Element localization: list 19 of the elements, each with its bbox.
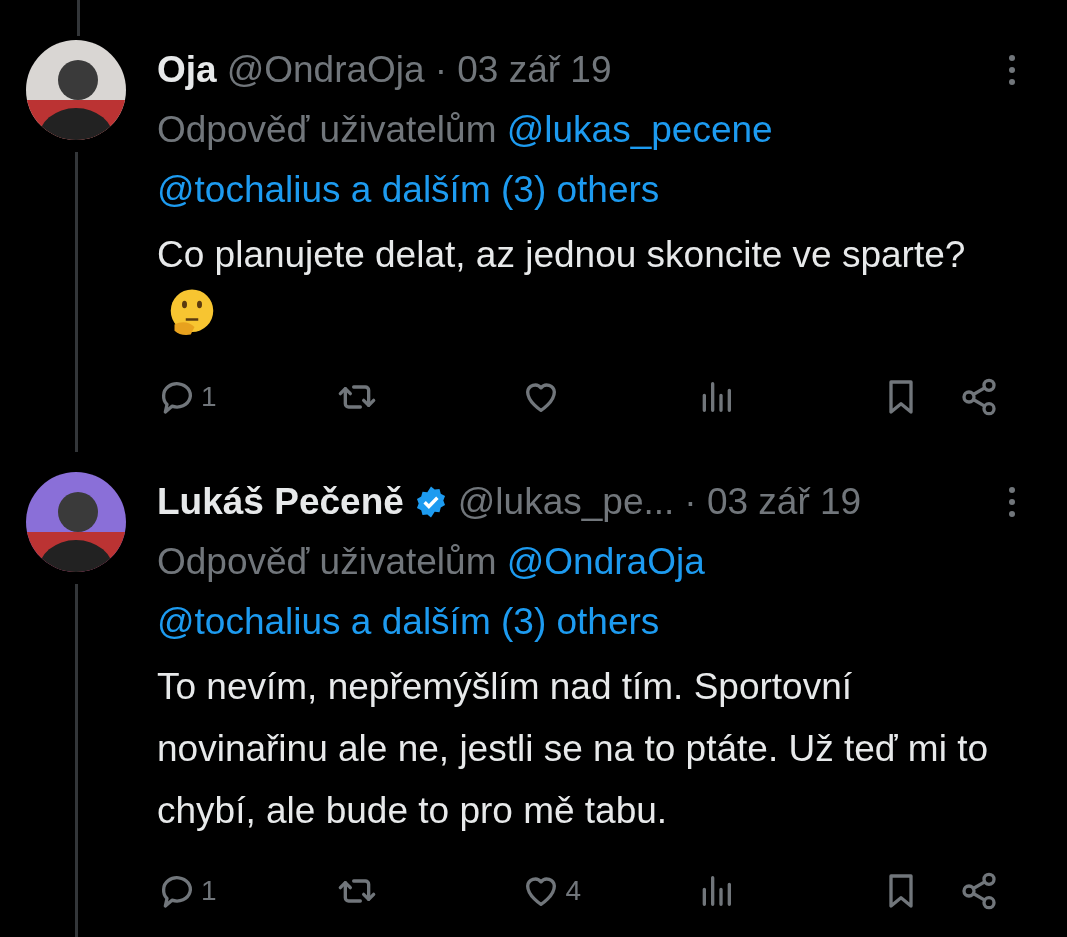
like-button[interactable]: 4 [521,871,697,911]
more-options-icon[interactable] [1007,52,1017,88]
author-name[interactable]: Lukáš Pečeně [157,472,404,532]
reply-button[interactable]: 1 [157,871,337,911]
post-date: · 03 zář 19 [434,48,612,92]
post-date: · 03 zář 19 [684,480,862,524]
author-handle[interactable]: @lukas_pe... [457,472,675,532]
author-handle[interactable]: @OndraOja [226,40,425,100]
reply-context: Odpověď uživatelům @lukas_pecene @tochalius a dalším (3) others [157,108,774,212]
post-text: To nevím, nepřemýšlím nad tím. Sportovní novinařinu ale ne, jestli se na to ptáte. Už teď mi to chybí, ale bude to pro mě tabu. [157,665,990,833]
mention-link[interactable]: @OndraOja [506,541,705,582]
reply-context: Odpověď uživatelům @OndraOja @tochalius a dalším (3) others [157,540,706,644]
mention-link[interactable]: @lukas_pecene [506,109,773,150]
post-text: Co planujete delat, az jednou skoncite ve sparte? [157,224,1017,348]
more-options-icon[interactable] [1007,484,1017,520]
reply-button[interactable]: 1 [157,377,337,417]
author-name[interactable]: Oja [157,40,217,100]
mention-link[interactable]: @tochalius a dalším (3) others [157,601,660,642]
mention-link[interactable]: @tochalius a dalším (3) others [157,169,660,210]
